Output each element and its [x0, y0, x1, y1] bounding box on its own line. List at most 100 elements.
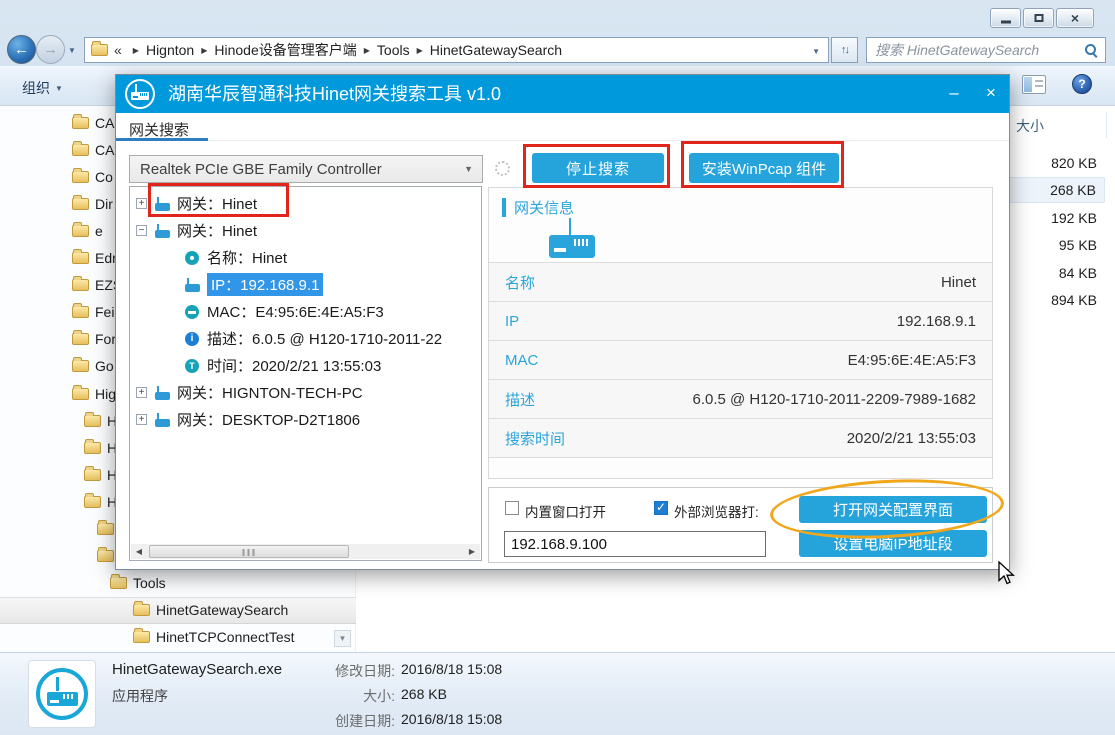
file-size-cell[interactable]: 894 KB [1008, 287, 1105, 313]
breadcrumb-item[interactable]: ▶ Hinode设备管理客户端 [194, 40, 357, 60]
tree-row[interactable]: + 网关：HIGNTON-TECH-PC [130, 379, 481, 406]
tree-row[interactable]: 描述：6.0.5 @ H120-1710-2011-22 [130, 325, 481, 352]
file-size-cell[interactable]: 268 KB [1008, 177, 1105, 203]
tree-item-label: 网关：Hinet [177, 193, 257, 214]
tree-row[interactable]: 名称：Hinet [130, 244, 481, 271]
breadcrumb[interactable]: « ▶ Hignton ▶ Hinode设备管理客户端 ▶ To [84, 37, 829, 63]
mac-icon [183, 303, 203, 321]
search-box [866, 37, 1106, 63]
file-size-cell[interactable]: 95 KB [1008, 232, 1105, 258]
dialog-minimize-button[interactable]: – [936, 75, 972, 113]
mouse-cursor [998, 561, 1018, 587]
folder-icon [84, 496, 101, 508]
tree-row[interactable]: MAC：E4:95:6E:4E:A5:F3 [130, 298, 481, 325]
file-property-value: 268 KB [401, 686, 447, 702]
router-icon [547, 218, 597, 260]
scroll-left-icon[interactable]: ◀ [131, 544, 147, 559]
info-row: 名称 Hinet [489, 262, 992, 301]
info-row-label: 描述 [505, 389, 535, 410]
scroll-right-icon[interactable]: ▶ [464, 544, 480, 559]
name-icon [183, 249, 203, 267]
back-button[interactable]: ← [7, 35, 36, 64]
tree-item-label: MAC：E4:95:6E:4E:A5:F3 [207, 301, 384, 322]
forward-button[interactable]: → [36, 35, 65, 64]
expand-icon[interactable]: + [136, 387, 147, 398]
window-maximize-button[interactable] [1023, 8, 1054, 28]
breadcrumb-item[interactable]: ▶ Hignton [126, 40, 194, 60]
set-pc-ip-button[interactable]: 设置电脑IP地址段 [799, 530, 987, 557]
column-separator[interactable] [1106, 112, 1107, 138]
breadcrumb-item[interactable]: ▶ Tools [357, 40, 410, 60]
open-gateway-config-button[interactable]: 打开网关配置界面 [799, 496, 987, 523]
file-size-value: 894 KB [1051, 292, 1097, 308]
folder-icon [72, 333, 89, 345]
sidebar-folder-label: Go [95, 358, 114, 374]
info-row-label: 名称 [505, 272, 535, 293]
file-property-row: 修改日期: 2016/8/18 15:08 [290, 661, 502, 686]
tree-row[interactable]: + 网关：Hinet [130, 190, 481, 217]
tree-row[interactable]: IP：192.168.9.1 [130, 271, 481, 298]
router-app-icon [36, 668, 88, 720]
expand-icon[interactable]: + [136, 414, 147, 425]
file-size-value: 820 KB [1051, 155, 1097, 171]
breadcrumb-dropdown-icon[interactable]: ▼ [812, 47, 820, 56]
folder-icon [72, 388, 89, 400]
window-close-button[interactable]: × [1056, 8, 1094, 28]
stop-search-button[interactable]: 停止搜索 [532, 153, 664, 183]
organize-label: 组织 [22, 78, 50, 98]
ip-address-input[interactable] [504, 531, 766, 557]
file-size-cell[interactable]: 192 KB [1008, 205, 1105, 231]
install-winpcap-button[interactable]: 安装WinPcap 组件 [689, 153, 839, 183]
folder-icon [110, 577, 127, 589]
size-column-header[interactable]: 大小 [1016, 116, 1044, 136]
window-minimize-button[interactable] [990, 8, 1021, 28]
embedded-window-checkbox[interactable] [505, 501, 519, 515]
file-size-cell[interactable]: 84 KB [1008, 260, 1105, 286]
search-input[interactable] [867, 38, 1105, 62]
expand-icon[interactable]: + [136, 198, 147, 209]
breadcrumb-separator-icon: ▶ [201, 46, 207, 55]
folder-icon [72, 144, 89, 156]
sidebar-folder-label: Tools [133, 575, 166, 591]
scrollbar-thumb[interactable] [149, 545, 349, 558]
file-property-label: 修改日期: [290, 661, 395, 681]
file-size-value: 84 KB [1059, 265, 1097, 281]
tree-row[interactable]: 时间：2020/2/21 13:55:03 [130, 352, 481, 379]
sidebar-folder-item[interactable]: Tools [0, 570, 356, 597]
expand-icon[interactable]: − [136, 225, 147, 236]
network-adapter-select[interactable]: Realtek PCIe GBE Family Controller ▼ [129, 155, 483, 183]
tree-item-label: 网关：DESKTOP-D2T1806 [177, 409, 360, 430]
breadcrumb-item-label: HinetGatewaySearch [430, 42, 562, 58]
dialog-tab-bar: 网关搜索 [116, 113, 1009, 141]
info-row-label: 搜索时间 [505, 428, 565, 449]
history-dropdown-icon[interactable]: ▼ [68, 46, 76, 55]
organize-button[interactable]: 组织 ▼ [14, 75, 71, 101]
horizontal-scrollbar[interactable]: ◀ ▶ [131, 544, 480, 559]
info-row: 描述 6.0.5 @ H120-1710-2011-2209-7989-1682 [489, 379, 992, 418]
sidebar-folder-item[interactable]: HinetTCPConnectTest [0, 624, 356, 651]
maximize-icon [1034, 14, 1043, 22]
gateway-tree: + 网关：Hinet − 网关：Hinet 名称：Hinet [129, 186, 482, 561]
breadcrumb-item[interactable]: ▶ HinetGatewaySearch [410, 40, 562, 60]
tree-row[interactable]: − 网关：Hinet [130, 217, 481, 244]
help-button[interactable]: ? [1072, 74, 1092, 94]
sidebar-folder-item[interactable]: HinetGatewaySearch [0, 597, 356, 624]
breadcrumb-overflow[interactable]: « [114, 42, 122, 58]
tree-item-label: 名称：Hinet [207, 247, 287, 268]
breadcrumb-item-label: Tools [377, 42, 410, 58]
tree-item-label: 网关：Hinet [177, 220, 257, 241]
file-size-cell[interactable]: 820 KB [1008, 150, 1105, 176]
sidebar-scroll-down-button[interactable]: ▼ [334, 630, 351, 647]
desktop-screenshot: × ← → ▼ « ▶ Hignton ▶ Hinode设备管理客户端 [0, 0, 1115, 735]
file-property-row: 创建日期: 2016/8/18 15:08 [290, 711, 502, 735]
dialog-close-button[interactable]: × [973, 75, 1009, 113]
dialog-titlebar[interactable]: 湖南华辰智通科技Hinet网关搜索工具 v1.0 – × [116, 75, 1009, 113]
folder-icon [72, 171, 89, 183]
external-browser-label: 外部浏览器打: [674, 501, 759, 521]
change-view-button[interactable] [1022, 75, 1046, 94]
tree-row[interactable]: + 网关：DESKTOP-D2T1806 [130, 406, 481, 433]
external-browser-checkbox[interactable] [654, 501, 668, 515]
refresh-button[interactable]: ↑↓ [831, 37, 858, 63]
sidebar-folder-label: Fei [95, 304, 114, 320]
dialog-title: 湖南华辰智通科技Hinet网关搜索工具 v1.0 [168, 75, 501, 113]
